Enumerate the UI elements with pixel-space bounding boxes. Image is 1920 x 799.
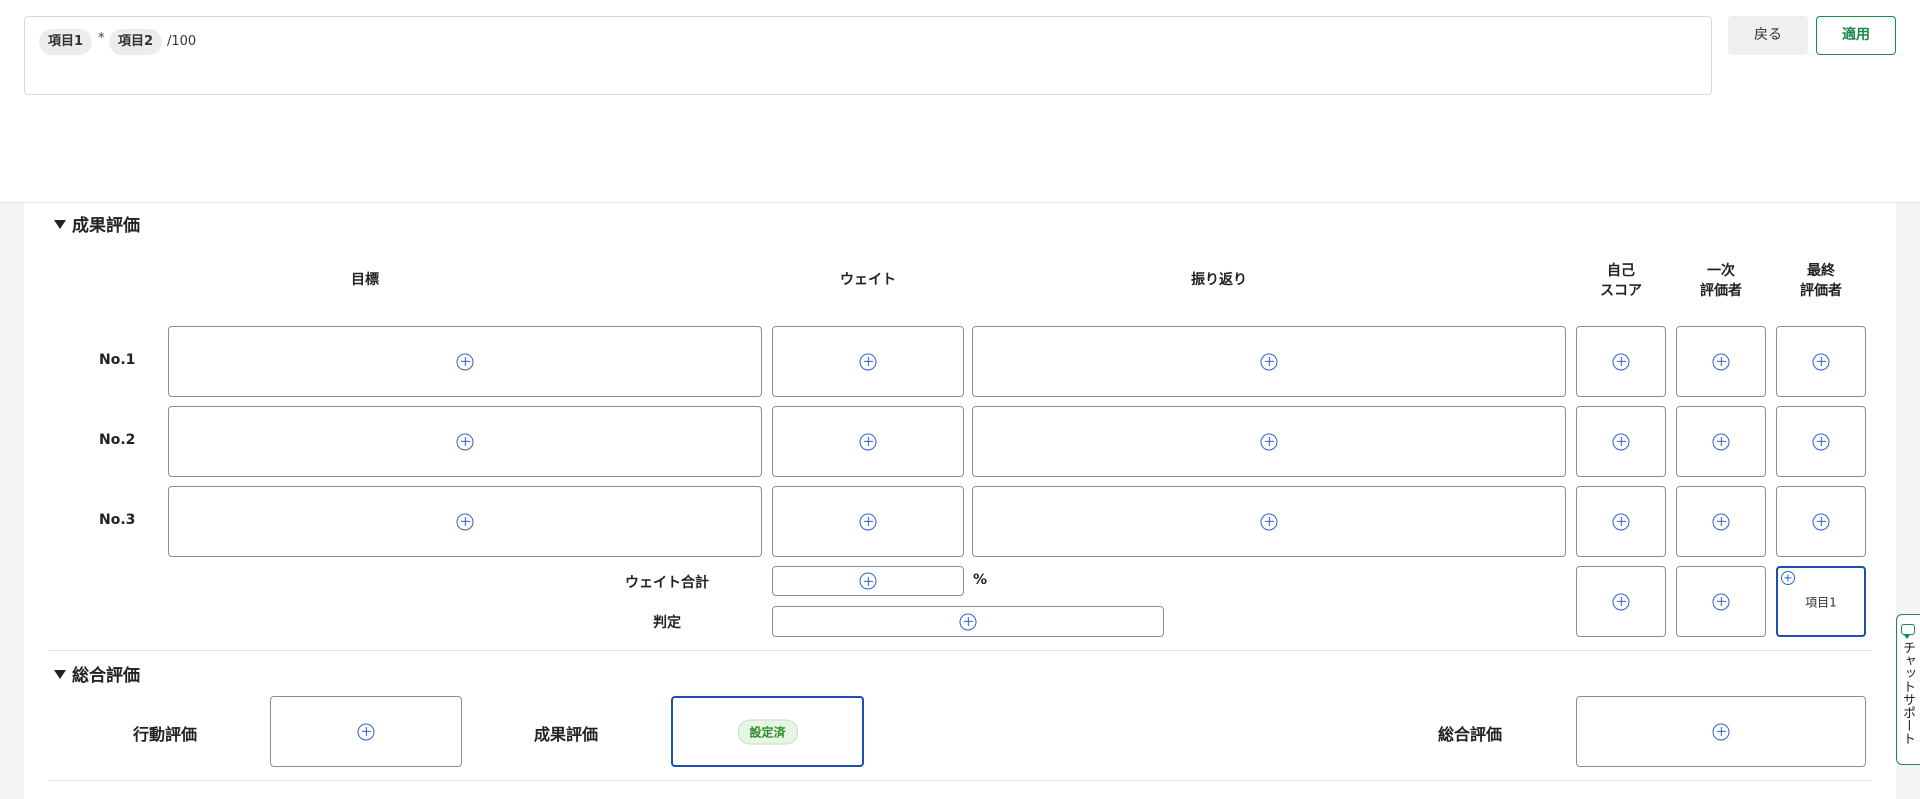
reflection-cell-no3[interactable] (972, 486, 1566, 557)
add-circle-icon (1712, 513, 1730, 530)
add-circle-icon (456, 433, 474, 450)
overall-section-toggle[interactable]: 総合評価 (54, 661, 140, 686)
add-circle-icon (859, 433, 877, 450)
add-circle-icon (1781, 571, 1795, 585)
formula-chip-item2[interactable]: 項目2 (109, 29, 163, 55)
collapse-triangle-icon (54, 220, 66, 229)
final-evaluator-cell-no3[interactable] (1776, 486, 1866, 557)
judgement-label: 判定 (653, 615, 681, 631)
behavior-evaluation-cell[interactable] (270, 696, 462, 767)
add-circle-icon (1712, 723, 1730, 740)
back-button[interactable]: 戻る (1728, 16, 1808, 55)
column-header-self-score: 自己 スコア (1576, 261, 1666, 301)
add-circle-icon (1612, 353, 1630, 370)
judgement-cell[interactable] (772, 606, 1164, 637)
final-evaluator-total-value: 項目1 (1805, 595, 1837, 609)
row-label-no1: No.1 (99, 352, 136, 368)
add-circle-icon (859, 513, 877, 530)
chat-support-tab[interactable]: チャットサポート (1896, 614, 1920, 765)
self-score-cell-no1[interactable] (1576, 326, 1666, 397)
reflection-cell-no1[interactable] (972, 326, 1566, 397)
self-score-line2: スコア (1600, 283, 1642, 299)
final-evaluator-line1: 最終 (1807, 263, 1835, 279)
add-circle-icon (1712, 593, 1730, 610)
add-circle-icon (959, 613, 977, 630)
self-score-cell-no2[interactable] (1576, 406, 1666, 477)
self-score-total-cell[interactable] (1576, 566, 1666, 637)
first-evaluator-line1: 一次 (1707, 263, 1735, 279)
status-badge: 設定済 (737, 719, 798, 744)
first-evaluator-cell-no3[interactable] (1676, 486, 1766, 557)
add-circle-icon (456, 353, 474, 370)
final-evaluator-cell-no1[interactable] (1776, 326, 1866, 397)
section-divider-bottom (48, 780, 1872, 781)
total-evaluation-label: 総合評価 (1438, 725, 1503, 744)
goal-cell-no1[interactable] (168, 326, 762, 397)
formula-suffix: /100 (167, 34, 197, 49)
first-evaluator-cell-no2[interactable] (1676, 406, 1766, 477)
add-circle-icon (1612, 513, 1630, 530)
row-label-no2: No.2 (99, 432, 136, 448)
section-divider (48, 650, 1872, 651)
first-evaluator-line2: 評価者 (1700, 283, 1742, 299)
column-header-goal: 目標 (351, 272, 379, 288)
first-evaluator-cell-no1[interactable] (1676, 326, 1766, 397)
add-circle-icon (859, 353, 877, 370)
final-evaluator-line2: 評価者 (1800, 283, 1842, 299)
weight-cell-no3[interactable] (772, 486, 964, 557)
add-circle-icon (1812, 433, 1830, 450)
add-circle-icon (1812, 353, 1830, 370)
column-header-final-evaluator: 最終 評価者 (1776, 261, 1866, 301)
apply-button[interactable]: 適用 (1816, 16, 1896, 55)
chat-bubble-icon (1901, 624, 1915, 639)
add-circle-icon (1260, 353, 1278, 370)
column-header-weight: ウェイト (840, 272, 896, 288)
weight-total-cell[interactable] (772, 566, 964, 596)
first-evaluator-total-cell[interactable] (1676, 566, 1766, 637)
total-evaluation-cell[interactable] (1576, 696, 1866, 767)
formula-chip-item1[interactable]: 項目1 (39, 29, 93, 55)
goal-cell-no2[interactable] (168, 406, 762, 477)
column-header-reflection: 振り返り (1191, 272, 1247, 288)
formula-editor[interactable]: 項目1 * 項目2 /100 (24, 16, 1712, 95)
add-circle-icon (1260, 433, 1278, 450)
add-circle-icon (1260, 513, 1278, 530)
percent-sign: % (973, 572, 988, 588)
final-evaluator-cell-no2[interactable] (1776, 406, 1866, 477)
add-circle-icon (1712, 433, 1730, 450)
behavior-evaluation-label: 行動評価 (133, 725, 198, 744)
column-header-first-evaluator: 一次 評価者 (1676, 261, 1766, 301)
add-circle-icon (1612, 593, 1630, 610)
chat-support-label: チャットサポート (1900, 641, 1915, 745)
add-circle-icon (456, 513, 474, 530)
weight-cell-no1[interactable] (772, 326, 964, 397)
self-score-cell-no3[interactable] (1576, 486, 1666, 557)
weight-total-label: ウェイト合計 (625, 575, 709, 591)
performance-evaluation-cell[interactable]: 設定済 (671, 696, 864, 767)
reflection-cell-no2[interactable] (972, 406, 1566, 477)
row-label-no3: No.3 (99, 512, 136, 528)
overall-section-title: 総合評価 (72, 666, 140, 686)
add-circle-icon (1612, 433, 1630, 450)
final-evaluator-total-cell[interactable]: 項目1 (1776, 566, 1866, 637)
collapse-triangle-icon (54, 670, 66, 679)
add-circle-icon (1812, 513, 1830, 530)
weight-cell-no2[interactable] (772, 406, 964, 477)
formula-operator: * (98, 31, 105, 46)
self-score-line1: 自己 (1607, 263, 1635, 279)
add-circle-icon (357, 723, 375, 740)
performance-section-title: 成果評価 (72, 216, 140, 236)
performance-section-toggle[interactable]: 成果評価 (54, 211, 140, 236)
add-circle-icon (859, 572, 877, 590)
goal-cell-no3[interactable] (168, 486, 762, 557)
performance-evaluation-label: 成果評価 (534, 725, 599, 744)
add-circle-icon (1712, 353, 1730, 370)
